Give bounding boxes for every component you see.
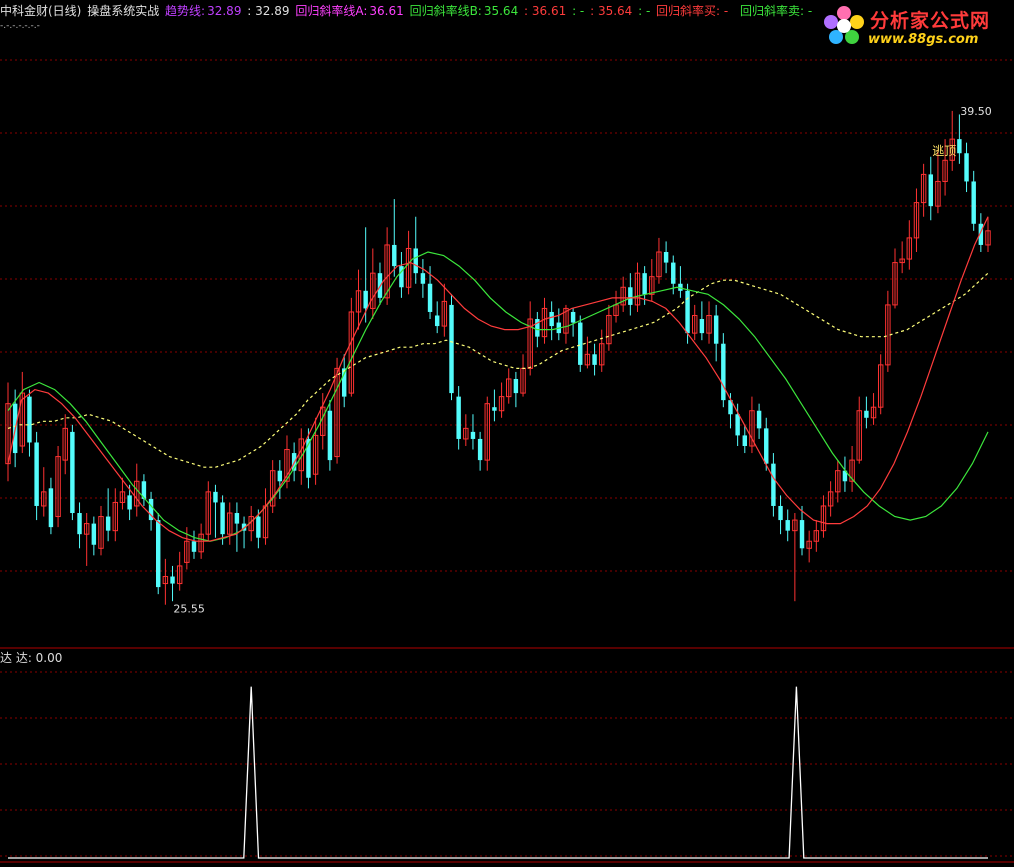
candle-body [105,516,111,531]
candle-body [549,311,554,327]
candle-body [277,470,283,482]
candle-body [864,410,869,418]
candle-body [642,273,647,295]
candle-body [771,463,776,506]
candle-body [420,273,426,284]
candle-body [456,396,461,439]
candle-body [570,311,576,323]
candle-body [492,407,497,411]
candle-body [799,520,805,549]
chart-area: 39.50 25.55 逃顶 [0,59,1014,863]
candle-body [971,181,976,224]
candle-body [327,410,333,461]
regression-line-a [7,216,989,542]
high-price-label: 39.50 [960,105,992,118]
candle-body [191,541,197,552]
candle-body [592,354,597,365]
candle-body [721,343,726,401]
candle-body [77,513,82,535]
candle-body [34,442,39,506]
candle-body [156,520,161,588]
candle-body [578,322,583,365]
candle-body [413,248,418,274]
candle-body [628,287,633,305]
candle-body [663,252,669,263]
candle-body [220,502,225,535]
chart-window: 中科金财(日线) 操盘系统实战 趋势线: 32.89 : 32.89 回归斜率线A… [0,0,1014,867]
candle-body [785,520,790,531]
candle-body [256,516,261,538]
candle-body [70,431,75,514]
candle-body [957,139,962,154]
candle-body [27,396,32,443]
candle-body [964,153,969,182]
candle-body [213,491,218,503]
candle-body [470,431,476,439]
candle-body [735,414,740,436]
candle-body [127,495,132,510]
candle-body [699,319,705,334]
candle-body [685,290,690,334]
candle-body [434,315,440,327]
candle-body [363,290,368,309]
escape-top-signal: 逃顶 [932,144,956,158]
candle-body [48,488,54,528]
candle-body [234,513,240,524]
candle-body [778,505,783,521]
trend-line [7,272,989,468]
low-price-label: 25.55 [173,603,205,616]
signal-spike-line [8,686,988,859]
sub-chart-header: 达 达: 0.00 [0,651,63,665]
candle-body [392,244,397,267]
candle-body [427,283,433,312]
candle-body [671,262,676,284]
candle-body [449,304,454,394]
candle-body [477,438,483,461]
candle-body [170,576,175,584]
candle-body [713,315,719,344]
candle-body [742,435,748,446]
candle-body [513,378,519,394]
candle-body [91,523,97,545]
candle-body [756,410,762,429]
candle-body [764,428,769,464]
candle-body [928,174,933,207]
